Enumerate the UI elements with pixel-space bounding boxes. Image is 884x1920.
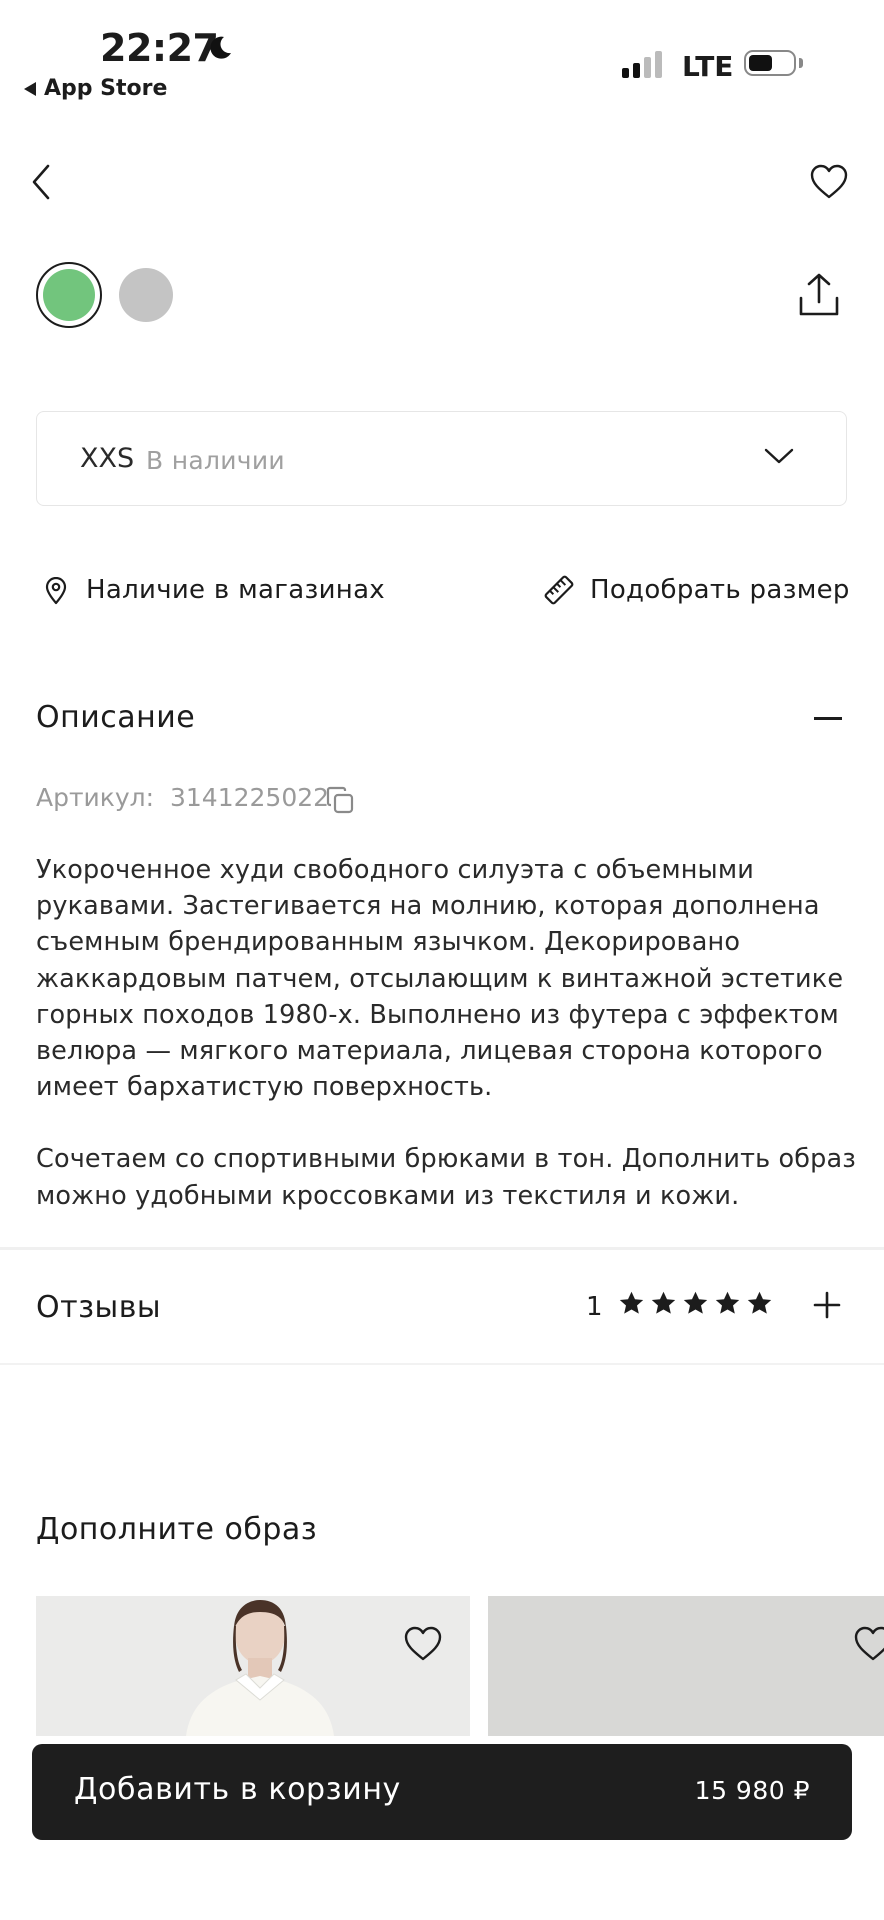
heart-icon[interactable]: [810, 164, 848, 200]
location-pin-icon: [45, 577, 67, 605]
reviews-count: 1: [586, 1292, 603, 1322]
stores-availability-link[interactable]: Наличие в магазинах: [86, 575, 385, 605]
share-icon[interactable]: [798, 272, 840, 318]
battery-icon: [744, 50, 796, 76]
back-app-label: App Store: [44, 76, 168, 101]
moon-icon: [210, 36, 231, 59]
back-to-app-link[interactable]: App Store: [24, 76, 167, 101]
back-triangle-icon: [24, 81, 36, 96]
status-time: 22:27: [100, 26, 219, 70]
product-card[interactable]: [36, 1596, 470, 1736]
card-heart-icon[interactable]: [404, 1626, 442, 1662]
product-card[interactable]: [488, 1596, 884, 1736]
reviews-title[interactable]: Отзывы: [36, 1290, 161, 1325]
complete-look-title: Дополните образ: [36, 1512, 318, 1547]
battery-tip: [799, 58, 803, 68]
article-value: 3141225022: [170, 783, 330, 812]
description-title[interactable]: Описание: [36, 700, 195, 735]
rating-stars: [618, 1290, 773, 1317]
network-label: LTE: [682, 50, 734, 83]
star-icon: [651, 1291, 676, 1314]
back-chevron-icon[interactable]: [30, 164, 52, 200]
price: 15 980 ₽: [694, 1776, 810, 1805]
collapse-minus-icon[interactable]: [814, 717, 842, 720]
copy-icon[interactable]: [325, 785, 355, 815]
description-text: Укороченное худи свободного силуэта с об…: [36, 852, 856, 1250]
star-icon: [619, 1291, 644, 1314]
description-paragraph-1: Укороченное худи свободного силуэта с об…: [36, 855, 844, 1103]
star-icon: [747, 1291, 772, 1314]
color-swatch-grey[interactable]: [119, 268, 173, 322]
card-heart-icon[interactable]: [854, 1626, 884, 1662]
expand-plus-icon[interactable]: [812, 1290, 842, 1320]
add-to-cart-label: Добавить в корзину: [74, 1772, 401, 1807]
star-icon: [715, 1291, 740, 1314]
section-divider: [0, 1247, 884, 1250]
article-label: Артикул:: [36, 783, 155, 812]
size-value: XXS: [80, 443, 135, 474]
description-paragraph-2: Сочетаем со спортивными брюками в тон. Д…: [36, 1144, 856, 1211]
size-guide-link[interactable]: Подобрать размер: [590, 575, 850, 605]
star-icon: [683, 1291, 708, 1314]
add-to-cart-button[interactable]: Добавить в корзину 15 980 ₽: [32, 1744, 852, 1840]
chevron-down-icon: [764, 448, 794, 464]
product-image: [36, 1596, 470, 1736]
size-stock-status: В наличии: [146, 446, 285, 475]
ruler-icon: [544, 575, 574, 605]
section-divider: [0, 1363, 884, 1365]
signal-icon: [622, 50, 662, 78]
color-swatch-green[interactable]: [43, 269, 95, 321]
